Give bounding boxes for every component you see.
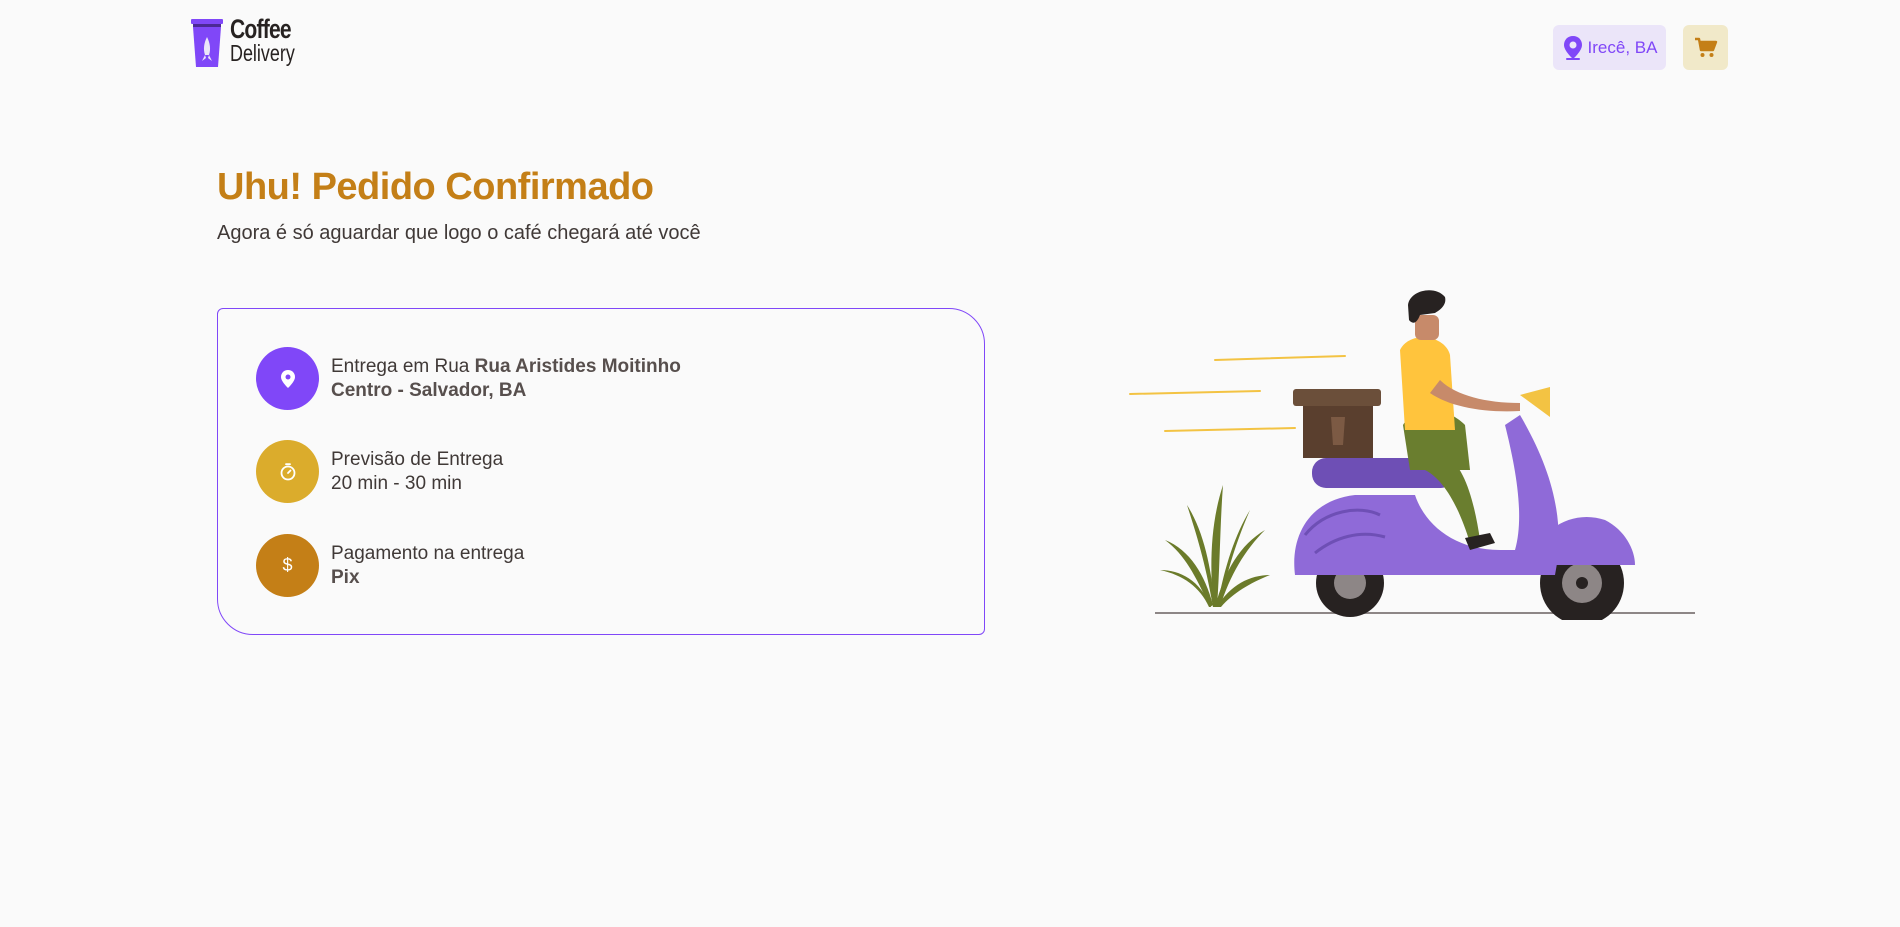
forecast-icon-circle [256,440,319,503]
logo[interactable]: Coffee Delivery [190,14,313,71]
address-icon-circle [256,347,319,410]
timer-icon [280,462,295,480]
delivery-scooter-illustration [1129,290,1695,620]
location-text: Irecê, BA [1587,37,1658,57]
page-subtitle: Agora é só aguardar que logo o café cheg… [217,222,701,244]
forecast-label: Previsão de Entrega [331,448,504,470]
delivery-address-info: Entrega em Rua Rua Aristides Moitinho Ce… [256,347,681,410]
address-prefix: Entrega em Rua [331,355,475,377]
location-badge[interactable]: Irecê, BA [1553,25,1666,70]
payment-info: $ Pagamento na entrega Pix [256,534,524,597]
header: Coffee Delivery Irecê, BA [0,0,1900,95]
delivery-forecast-info: Previsão de Entrega 20 min - 30 min [256,440,503,503]
page-title: Uhu! Pedido Confirmado [217,166,654,208]
payment-icon-circle: $ [256,534,319,597]
order-info-card: Entrega em Rua Rua Aristides Moitinho Ce… [217,308,985,635]
address-line1: Entrega em Rua Rua Aristides Moitinho [331,355,681,379]
address-city: Centro - Salvador, BA [331,379,527,401]
payment-label: Pagamento na entrega [331,542,525,564]
cart-icon [1694,37,1717,57]
payment-value: Pix [331,566,360,588]
forecast-value: 20 min - 30 min [331,472,462,494]
logo-text-line2: Delivery [230,40,295,66]
dollar-icon: $ [282,555,293,575]
coffee-cup-logo-icon [191,19,223,67]
map-pin-icon [1563,35,1582,60]
address-street: Rua Aristides Moitinho [474,355,681,377]
cart-button[interactable] [1683,25,1728,70]
logo-text-line1: Coffee [230,14,292,44]
map-pin-icon [280,369,295,388]
